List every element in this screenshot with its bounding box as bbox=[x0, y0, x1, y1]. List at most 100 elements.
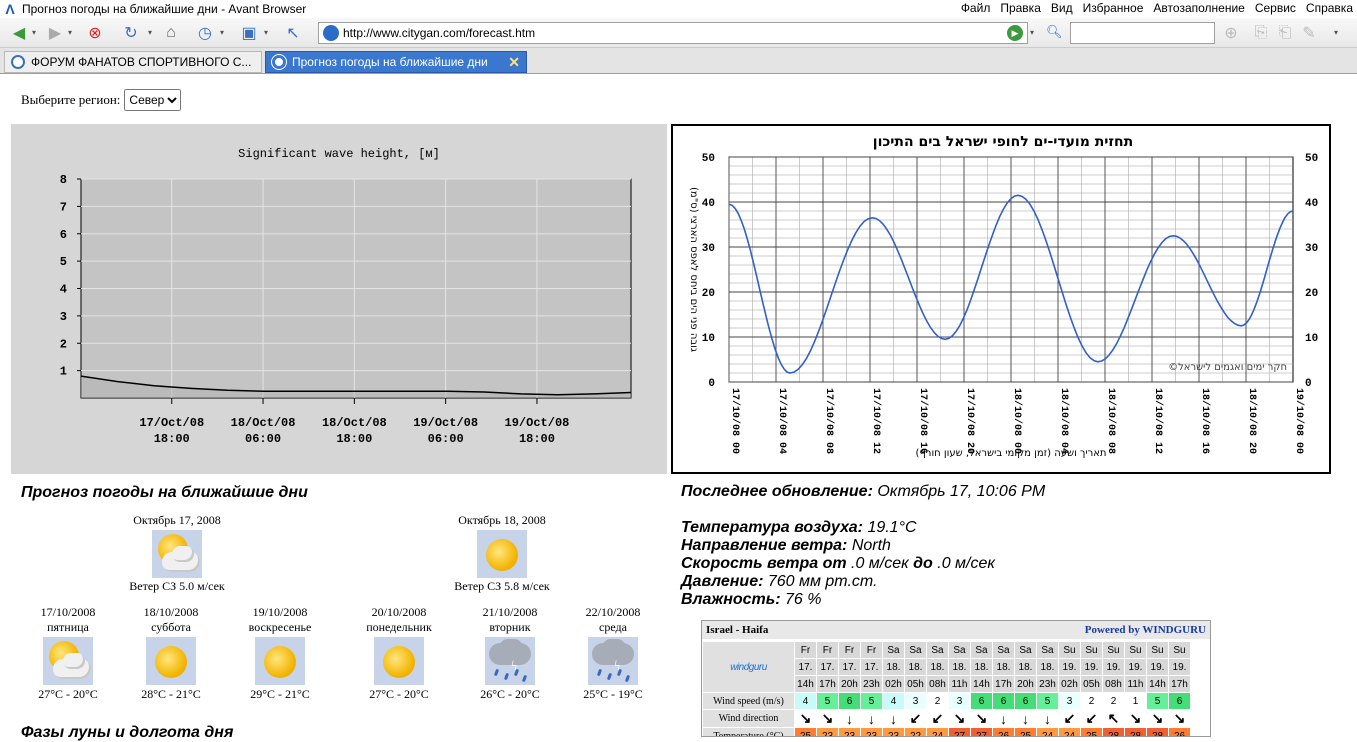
windguru-powered-link[interactable]: Powered by WINDGURU bbox=[1085, 624, 1206, 636]
wave-y-tick-label: 6 bbox=[60, 228, 67, 242]
day-forecast: 19/10/2008 воскресенье 29°C - 21°C bbox=[233, 605, 327, 702]
address-url[interactable]: http://www.citygan.com/forecast.htm bbox=[343, 26, 535, 40]
menu-item[interactable]: Справка bbox=[1306, 1, 1353, 15]
windguru-day: Sa bbox=[948, 641, 971, 659]
wave-x-tick-label: 18:00 bbox=[154, 432, 190, 446]
region-selector: Выберите регион: Север bbox=[21, 89, 182, 111]
tide-y-tick-label-right: 20 bbox=[1305, 288, 1318, 300]
day-forecast: 21/10/2008 вторник ϟ 26°C - 20°C bbox=[463, 605, 557, 702]
wind-speed-row: Скорость ветра от .0 м/сек до .0 м/сек bbox=[681, 555, 995, 572]
wind-direction-arrow-icon: ↘ bbox=[1168, 709, 1191, 728]
menu-item[interactable]: Файл bbox=[961, 1, 991, 15]
windguru-day: Fr bbox=[816, 641, 839, 659]
tide-chart: תחזית מועדי-ים לחופי ישראל בים התיכון 0 0 1… bbox=[671, 124, 1331, 474]
windguru-date: 17. bbox=[816, 658, 839, 676]
search-input[interactable] bbox=[1070, 22, 1215, 44]
sun-icon bbox=[146, 637, 196, 685]
windguru-row-label: Wind speed (m/s) bbox=[702, 692, 795, 710]
tide-y-tick-label: 30 bbox=[702, 243, 715, 255]
wave-chart-title: Significant wave height, [м] bbox=[238, 147, 440, 161]
tide-chart-title: תחזית מועדי-ים לחופי ישראל בים התיכון bbox=[873, 134, 1133, 150]
menu-item[interactable]: Вид bbox=[1051, 1, 1073, 15]
temperature-cell: 27 bbox=[948, 727, 971, 736]
history-dropdown-icon[interactable]: ▾ bbox=[220, 28, 224, 37]
wind-speed-cell: 6 bbox=[992, 692, 1015, 710]
tab-forecast[interactable]: Прогноз погоды на ближайшие дни ✕ bbox=[265, 51, 527, 73]
windguru-hour: 14h bbox=[970, 675, 993, 693]
forward-dropdown-icon[interactable]: ▾ bbox=[68, 28, 72, 37]
windguru-logo[interactable]: windguru bbox=[702, 641, 795, 693]
wind-direction-arrow-icon: ↘ bbox=[816, 709, 839, 728]
wind-direction-arrow-icon: ↖ bbox=[1102, 709, 1125, 728]
copy-button[interactable]: ⎘ bbox=[1250, 22, 1272, 44]
history-button[interactable]: ◷ bbox=[194, 22, 216, 44]
menu-item[interactable]: Правка bbox=[1000, 1, 1041, 15]
windguru-hour: 23h bbox=[1036, 675, 1059, 693]
tab-forum[interactable]: ФОРУМ ФАНАТОВ СПОРТИВНОГО С... bbox=[4, 51, 262, 73]
temperature-cell: 23 bbox=[816, 727, 839, 736]
menu-item[interactable]: Сервис bbox=[1255, 1, 1296, 15]
search-go-button[interactable]: ⊕ bbox=[1220, 22, 1242, 44]
address-bar[interactable]: http://www.citygan.com/forecast.htm ▶ bbox=[318, 22, 1028, 44]
windguru-table: windguru Fr Fr Fr Fr Sa Sa Sa Sa Sa Sa Sa Sa Su Su Su Su… bbox=[702, 641, 1191, 736]
day-temp: 27°C - 20°C bbox=[38, 687, 98, 701]
temperature-cell: 28 bbox=[1124, 727, 1147, 736]
wind-speed-cell: 5 bbox=[860, 692, 883, 710]
menu-item[interactable]: Избранное bbox=[1083, 1, 1144, 15]
menu-item[interactable]: Автозаполнение bbox=[1153, 1, 1244, 15]
windguru-date: 19. bbox=[1058, 658, 1081, 676]
cursor-tool-button[interactable]: ↖ bbox=[282, 22, 304, 44]
windguru-date: 19. bbox=[1146, 658, 1169, 676]
window-layout-button[interactable]: ▣ bbox=[238, 22, 260, 44]
day-temp: 26°C - 20°C bbox=[480, 687, 540, 701]
wind-direction-arrow-icon: ↙ bbox=[1058, 709, 1081, 728]
day-temp: 25°C - 19°C bbox=[583, 687, 643, 701]
big-day-date: Октябрь 17, 2008 bbox=[133, 513, 221, 527]
close-tab-icon[interactable]: ✕ bbox=[508, 54, 520, 71]
back-button[interactable]: ◀ bbox=[8, 22, 30, 44]
page-globe-icon bbox=[323, 25, 339, 41]
wave-y-tick-label: 2 bbox=[60, 337, 67, 351]
region-select[interactable]: Север bbox=[124, 89, 182, 111]
wind-speed-cell: 3 bbox=[904, 692, 927, 710]
windguru-row-label: Wind direction bbox=[702, 709, 795, 728]
toolbar: ◀ ▾ ▶ ▾ ⊗ ↻ ▾ ⌂ ◷ ▾ ▣ ▾ ↖ http://www.cit… bbox=[0, 18, 1357, 48]
window-title: Прогноз погоды на ближайшие дни - Avant … bbox=[22, 2, 307, 16]
go-button[interactable]: ▶ bbox=[1007, 25, 1023, 41]
layout-dropdown-icon[interactable]: ▾ bbox=[264, 28, 268, 37]
tide-x-tick-label: 18/10/08 08 bbox=[1105, 388, 1117, 454]
wave-y-tick-label: 7 bbox=[60, 200, 67, 214]
windguru-hour: 14h bbox=[794, 675, 817, 693]
tab-bar: ФОРУМ ФАНАТОВ СПОРТИВНОГО С... Прогноз п… bbox=[0, 48, 1357, 74]
windguru-date: 19. bbox=[1102, 658, 1125, 676]
wave-chart-svg: Significant wave height, [м] 1 2 3 4 5 6 7 8 17/O… bbox=[60, 147, 632, 446]
tide-y-tick-label-right: 40 bbox=[1305, 198, 1318, 210]
day-date: 18/10/2008 bbox=[143, 605, 199, 619]
home-button[interactable]: ⌂ bbox=[160, 22, 182, 44]
back-dropdown-icon[interactable]: ▾ bbox=[32, 28, 36, 37]
forward-button[interactable]: ▶ bbox=[44, 22, 66, 44]
refresh-button[interactable]: ↻ bbox=[120, 22, 142, 44]
windguru-hour: 08h bbox=[926, 675, 949, 693]
highlight-button[interactable]: ✎ bbox=[1298, 22, 1320, 44]
address-dropdown-icon[interactable]: ▾ bbox=[1030, 28, 1034, 37]
wind-speed-cell: 2 bbox=[1102, 692, 1125, 710]
refresh-dropdown-icon[interactable]: ▾ bbox=[148, 28, 152, 37]
search-icon[interactable]: 🔍︎ bbox=[1046, 24, 1066, 42]
moon-heading: Фазы луны и долгота дня bbox=[21, 724, 234, 741]
windguru-date: 17. bbox=[860, 658, 883, 676]
tide-x-tick-label: 18/10/08 20 bbox=[1246, 388, 1258, 454]
day-weekday: понедельник bbox=[366, 620, 432, 634]
stop-button[interactable]: ⊗ bbox=[84, 22, 106, 44]
wave-y-tick-label: 3 bbox=[60, 310, 67, 324]
toolbar-more-icon[interactable]: ▾ bbox=[1334, 28, 1338, 37]
page-content: Выберите регион: Север Significant wave … bbox=[0, 75, 1357, 741]
wave-x-tick-label: 19/Oct/08 bbox=[505, 416, 570, 430]
paste-button[interactable]: ⎗ bbox=[1274, 22, 1296, 44]
windguru-header: Israel - Haifa Powered by WINDGURU bbox=[702, 621, 1210, 639]
sun-icon bbox=[477, 530, 527, 578]
windguru-date: 18. bbox=[882, 658, 905, 676]
tide-x-tick-label: 18/10/08 00 bbox=[1011, 388, 1023, 454]
tide-y-tick-label-right: 50 bbox=[1305, 153, 1318, 165]
windguru-date: 19. bbox=[1124, 658, 1147, 676]
